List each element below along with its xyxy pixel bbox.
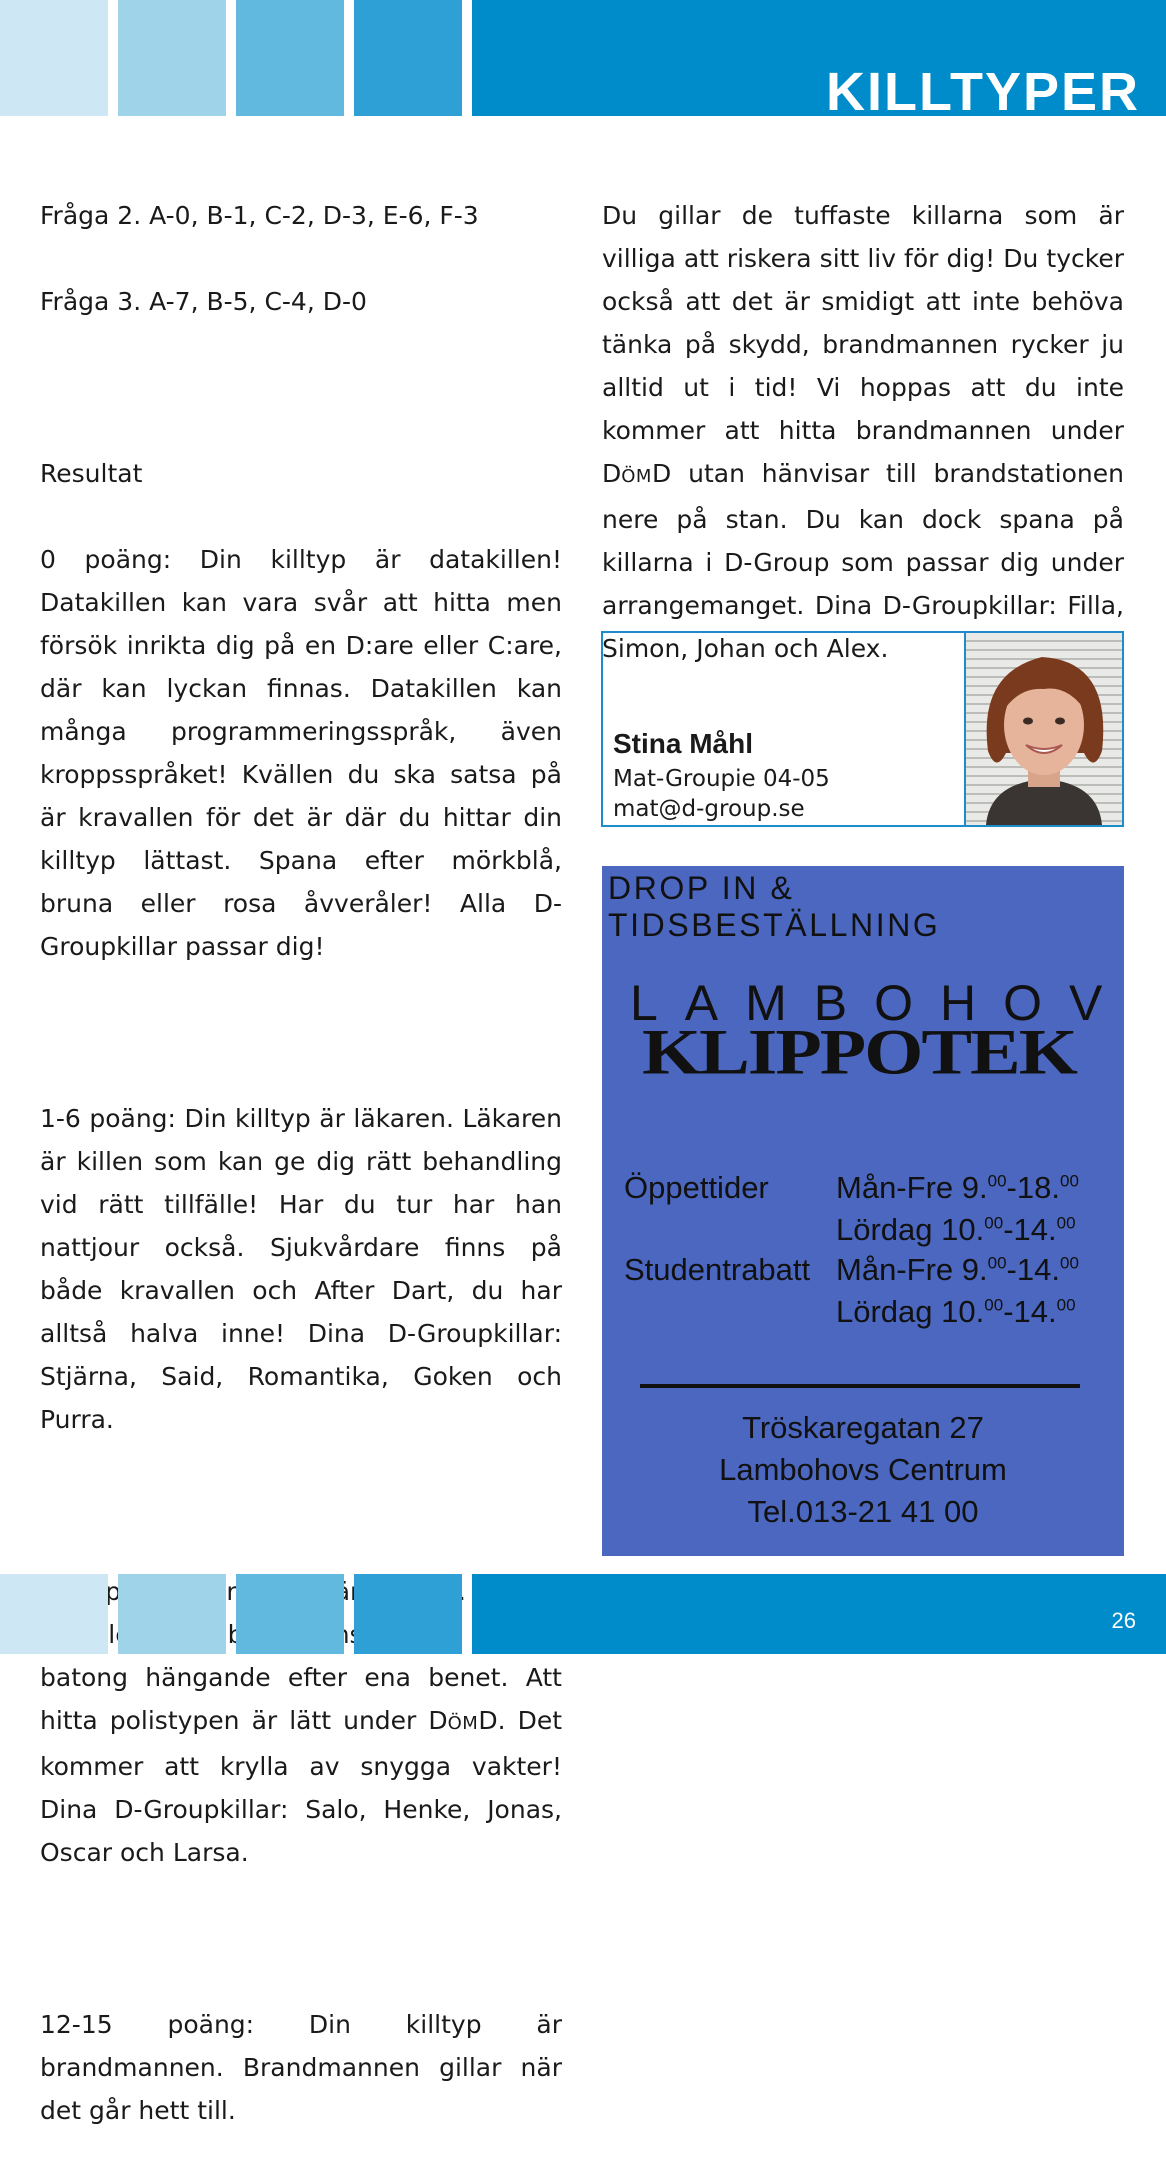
answer-key-q3: Fråga 3. A-7, B-5, C-4, D-0 xyxy=(40,287,367,316)
answer-key-q2: Fråga 2. A-0, B-1, C-2, D-3, E-6, F-3 xyxy=(40,201,479,230)
hours-to: 14. xyxy=(1013,1212,1057,1247)
footer-bar xyxy=(472,1574,1166,1654)
hours-from-min: 00 xyxy=(987,1253,1007,1273)
opening-hours-label: Öppettider xyxy=(624,1170,769,1205)
ad-brand-main: KLIPPOTEK xyxy=(642,1016,1078,1088)
hours-from: 10. xyxy=(941,1294,985,1329)
ad-area: Lambohovs Centrum xyxy=(719,1452,1007,1487)
hours-from: 9. xyxy=(961,1252,988,1287)
hours-from: 10. xyxy=(941,1212,985,1247)
page-title: KILLTYPER xyxy=(826,64,1140,116)
ad-headline: DROP IN & TIDSBESTÄLLNING xyxy=(608,870,941,943)
header-square-4 xyxy=(354,0,462,116)
author-email[interactable]: mat@d-group.se xyxy=(613,796,805,822)
footer-square-4 xyxy=(354,1574,462,1654)
ad-street: Tröskaregatan 27 xyxy=(742,1410,984,1445)
klippotek-advertisement: DROP IN & TIDSBESTÄLLNING LAMBOHOVS KLIP… xyxy=(602,866,1124,1556)
author-box: Stina Måhl Mat-Groupie 04-05 mat@d-group… xyxy=(601,631,1124,827)
hours-from: 9. xyxy=(961,1170,988,1205)
small-caps-om: ÖM xyxy=(621,466,652,487)
hours-to-min: 00 xyxy=(1056,1213,1076,1233)
right-column: Du gillar de tuffaste killarna som är vi… xyxy=(602,151,1124,713)
left-column: Fråga 2. A-0, B-1, C-2, D-3, E-6, F-3 Fr… xyxy=(40,151,562,2175)
portrait-illustration xyxy=(986,657,1104,825)
author-photo xyxy=(964,633,1122,825)
hours-from-min: 00 xyxy=(984,1213,1004,1233)
author-role: Mat-Groupie 04-05 xyxy=(613,766,830,792)
result-heading: Resultat xyxy=(40,459,143,488)
hours-row-2: Lördag 10.00-14.00 xyxy=(836,1212,1076,1247)
footer-square-1 xyxy=(0,1574,108,1654)
hours-to-min: 00 xyxy=(1059,1253,1079,1273)
small-caps-om: ÖM xyxy=(447,1713,479,1734)
hours-day: Lördag xyxy=(836,1294,933,1329)
header-square-1 xyxy=(0,0,108,116)
hours-to: 14. xyxy=(1016,1252,1060,1287)
hours-to: 18. xyxy=(1016,1170,1060,1205)
hours-day: Mån-Fre xyxy=(836,1170,954,1205)
hours-from-min: 00 xyxy=(987,1171,1007,1191)
hours-to-min: 00 xyxy=(1056,1295,1076,1315)
header-square-2 xyxy=(118,0,226,116)
hours-row-1: Mån-Fre 9.00-18.00 xyxy=(836,1170,1079,1205)
hours-to-min: 00 xyxy=(1059,1171,1079,1191)
student-discount-label: Studentrabatt xyxy=(624,1252,811,1287)
ad-divider xyxy=(640,1384,1080,1388)
header-band: KILLTYPER xyxy=(0,0,1166,116)
footer-square-2 xyxy=(118,1574,226,1654)
result-12-15-points: 12-15 poäng: Din killtyp är brandmannen.… xyxy=(40,2010,562,2125)
continued-text-a: Du gillar de tuffaste killarna som är vi… xyxy=(602,201,1124,488)
hours-row-3: Mån-Fre 9.00-14.00 xyxy=(836,1252,1079,1287)
result-12-15-continued: Du gillar de tuffaste killarna som är vi… xyxy=(602,194,1124,670)
footer-square-3 xyxy=(236,1574,344,1654)
hours-from-min: 00 xyxy=(984,1295,1004,1315)
page-number: 26 xyxy=(1111,1608,1136,1633)
hours-row-4: Lördag 10.00-14.00 xyxy=(836,1294,1076,1329)
hours-day: Mån-Fre xyxy=(836,1252,954,1287)
hours-to: 14. xyxy=(1013,1294,1057,1329)
footer-band: 26 xyxy=(0,1574,1166,1654)
result-1-6-points: 1-6 poäng: Din killtyp är läkaren. Läkar… xyxy=(40,1104,562,1434)
author-name: Stina Måhl xyxy=(613,728,754,759)
ad-phone: Tel.013-21 41 00 xyxy=(747,1494,979,1529)
header-square-3 xyxy=(236,0,344,116)
hours-day: Lördag xyxy=(836,1212,933,1247)
result-0-points: 0 poäng: Din killtyp är datakillen! Data… xyxy=(40,545,562,961)
